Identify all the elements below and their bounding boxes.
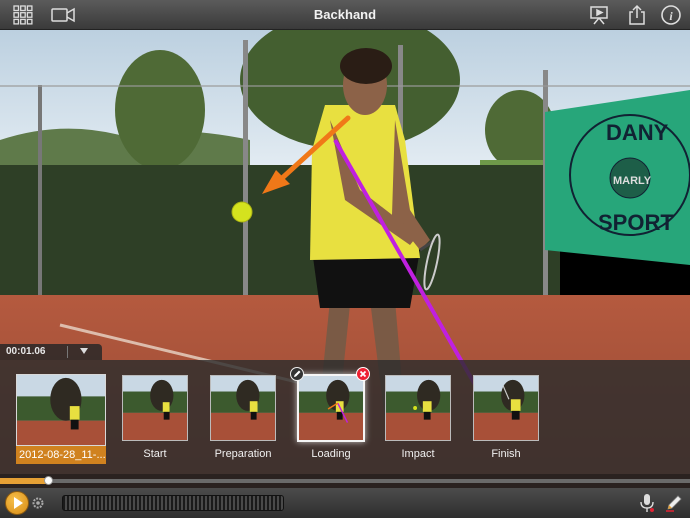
frame-label-start: Start: [143, 448, 167, 460]
clip-label: 2012-08-28_11-...: [16, 446, 106, 464]
scrubber-progress: [0, 478, 48, 484]
info-icon[interactable]: i: [660, 4, 682, 26]
frame-loading-image: [299, 376, 363, 440]
banner-text-3: SPORT: [598, 210, 674, 235]
play-button[interactable]: [5, 491, 29, 515]
frame-label-impact: Impact: [401, 448, 435, 460]
frame-label-finish: Finish: [491, 448, 521, 460]
frame-impact-image: [386, 376, 450, 440]
top-toolbar: Backhand i: [0, 0, 690, 30]
frame-finish-image: [474, 376, 538, 440]
frame-finish[interactable]: [473, 375, 539, 441]
svg-text:i: i: [669, 9, 673, 23]
frame-label-loading: Loading: [311, 448, 351, 460]
timecode-divider: [67, 346, 68, 358]
scrubber-handle[interactable]: [44, 476, 53, 485]
window-title: Backhand: [313, 7, 377, 22]
frame-preparation-image: [211, 376, 275, 440]
timecode-tab[interactable]: 00:01.06: [0, 344, 102, 360]
timeline-scrubber[interactable]: [0, 474, 690, 488]
pencil-icon: [294, 370, 301, 377]
play-icon: [14, 497, 23, 509]
frame-start-image: [123, 376, 187, 440]
chevron-down-icon[interactable]: [80, 348, 88, 354]
frame-preparation[interactable]: [210, 375, 276, 441]
tennis-ball: [231, 201, 253, 223]
close-icon: [359, 370, 367, 378]
share-icon[interactable]: [626, 4, 648, 26]
scrubber-track: [48, 479, 690, 483]
clip-thumbnail-image: [17, 375, 105, 445]
frame-label-preparation: Preparation: [214, 448, 272, 460]
filmstrip: 2012-08-28_11-... Start Preparation Load…: [0, 360, 690, 474]
frame-start[interactable]: [122, 375, 188, 441]
jog-wheel[interactable]: [62, 495, 284, 511]
bottom-toolbar: [0, 488, 690, 518]
clip-thumbnail[interactable]: [16, 374, 106, 446]
pen-icon[interactable]: [664, 493, 684, 513]
banner-text-1: DANY: [606, 120, 669, 145]
frame-loading[interactable]: [297, 374, 365, 442]
gear-icon[interactable]: [31, 496, 45, 510]
frame-impact[interactable]: [385, 375, 451, 441]
delete-frame-button[interactable]: [356, 367, 370, 381]
banner-text-2: MARLY: [613, 175, 652, 187]
edit-frame-button[interactable]: [290, 367, 304, 381]
present-icon[interactable]: [588, 4, 610, 26]
microphone-icon[interactable]: [638, 493, 656, 513]
timecode: 00:01.06: [6, 346, 46, 357]
